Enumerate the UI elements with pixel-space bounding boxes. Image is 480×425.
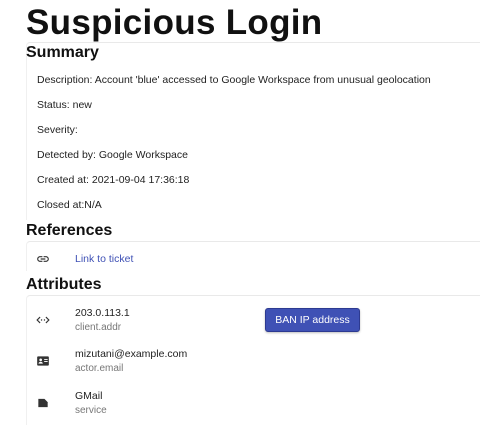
ban-ip-address-button[interactable]: BAN IP address xyxy=(265,308,360,332)
link-icon xyxy=(36,252,50,266)
summary-severity: Severity: xyxy=(37,124,78,136)
summary-description: Description: Account 'blue' accessed to … xyxy=(37,74,431,86)
link-to-ticket[interactable]: Link to ticket xyxy=(75,252,133,266)
summary-panel xyxy=(26,42,480,220)
attribute-value-client-addr: 203.0.113.1 xyxy=(75,307,130,319)
summary-status: Status: new xyxy=(37,99,92,111)
alert-detail-page: Suspicious Login Summary Description: Ac… xyxy=(0,0,480,425)
attribute-key-service: service xyxy=(75,405,107,416)
references-heading: References xyxy=(26,222,113,239)
page-title: Suspicious Login xyxy=(26,3,323,42)
summary-detected-by: Detected by: Google Workspace xyxy=(37,149,188,161)
attribute-key-actor-email: actor.email xyxy=(75,363,124,374)
attribute-key-client-addr: client.addr xyxy=(75,322,122,333)
summary-closed-at: Closed at:N/A xyxy=(37,199,102,211)
attribute-value-actor-email: mizutani@example.com xyxy=(75,348,188,360)
attributes-heading: Attributes xyxy=(26,276,102,293)
summary-heading: Summary xyxy=(26,44,99,61)
summary-created-at: Created at: 2021-09-04 17:36:18 xyxy=(37,174,190,186)
code-icon xyxy=(36,313,50,327)
attribute-value-service: GMail xyxy=(75,390,103,402)
label-icon xyxy=(36,396,50,410)
contact-card-icon xyxy=(36,354,50,368)
